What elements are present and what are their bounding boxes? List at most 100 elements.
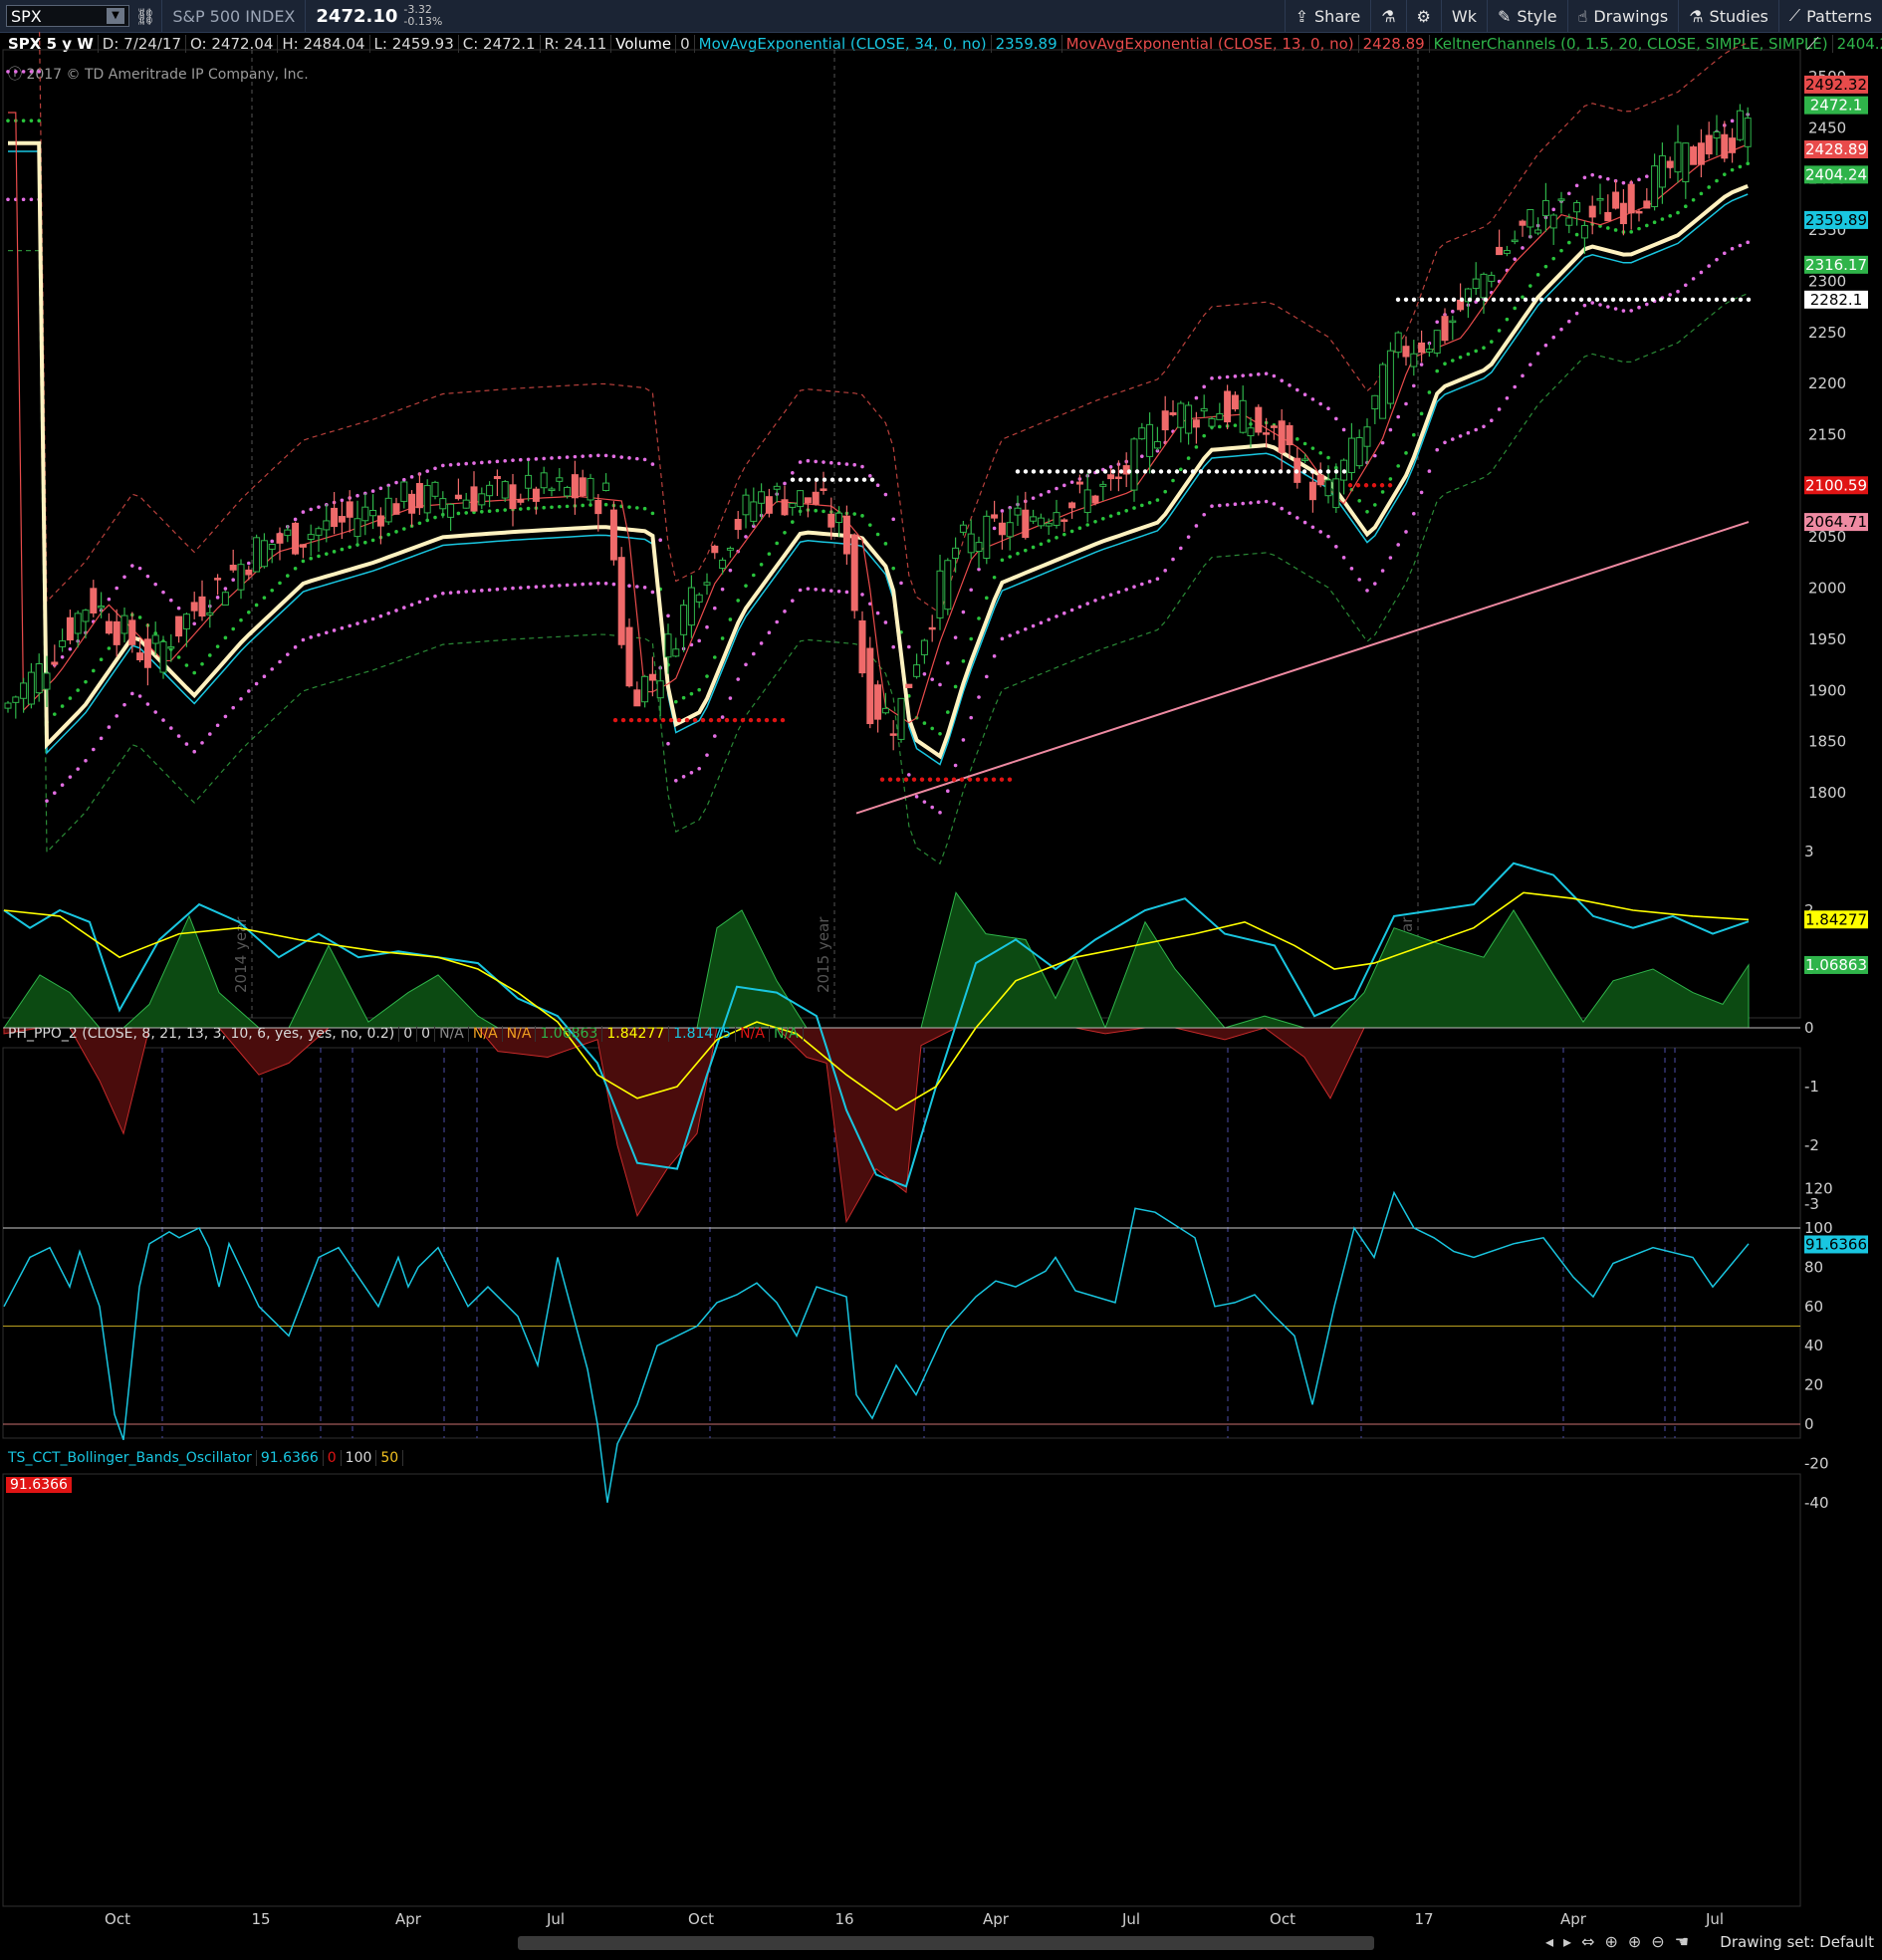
candle-body [1037, 517, 1045, 527]
resistance-dots-2016 [1118, 469, 1124, 474]
keltner-lower-dot [1155, 577, 1160, 581]
resistance-dots [1475, 297, 1481, 303]
symbol-selector[interactable]: SPX ▼ [6, 5, 129, 27]
keltner-mid-dot [239, 617, 243, 622]
candle-body [400, 481, 408, 502]
keltner-upper-dot [511, 458, 515, 462]
keltner-lower-dot [713, 734, 717, 738]
resistance-dots-2016 [1246, 469, 1252, 474]
keltner-upper-dot [1606, 176, 1610, 181]
keltner-lower-dot [456, 590, 461, 595]
keltner-mid-dot [938, 731, 942, 736]
resistance-dots [1562, 297, 1568, 303]
candle-body [556, 477, 564, 482]
candle-body [1308, 481, 1316, 501]
support-dots-2015 [684, 717, 690, 723]
keltner-mid-dot [29, 119, 34, 122]
resistance-dots-2016 [1070, 469, 1076, 474]
timeframe-button[interactable]: Wk [1440, 0, 1487, 32]
keltner-lower-dot [938, 811, 942, 815]
resistance-dots-2015 [814, 477, 820, 482]
fit-icon[interactable]: ⇔ [1581, 1932, 1594, 1951]
keltner-lower-dot [68, 775, 73, 779]
keltner-lower-dot [907, 773, 911, 777]
keltner-lower-dot [1474, 427, 1478, 432]
keltner-mid-dot [370, 538, 375, 543]
candle-body [1030, 516, 1038, 522]
horizontal-scrollbar[interactable] [518, 1936, 1374, 1950]
keltner-mid-dot [1069, 529, 1074, 534]
keltner-lower-dot [480, 589, 484, 593]
candle-body [423, 485, 431, 514]
studies-button[interactable]: ⚗ Studies [1678, 0, 1778, 32]
keltner-upper-dot [402, 477, 406, 482]
resistance-dots-2016 [1110, 469, 1116, 474]
candle-body [1130, 438, 1138, 491]
bbo-axis-label: 20 [1804, 1376, 1823, 1394]
scroll-left-icon[interactable]: ◂ [1545, 1932, 1553, 1951]
candle-body [1153, 440, 1161, 449]
keltner-mid-dot [1218, 424, 1222, 429]
bbo-axis-label: 120 [1804, 1180, 1833, 1198]
resistance-dots [1706, 297, 1712, 303]
candle-body [478, 493, 486, 506]
settings-button[interactable]: ⚙ [1405, 0, 1441, 32]
keltner-upper-dot [844, 462, 849, 466]
candle-body [1386, 350, 1394, 404]
resistance-dots [1626, 297, 1632, 303]
keltner-mid-dot [433, 515, 437, 520]
share-button[interactable]: ⇪ Share [1284, 0, 1371, 32]
candle-body [680, 605, 688, 635]
pane-border [2, 1473, 1801, 1907]
keltner-upper-dot [456, 462, 461, 466]
time-axis-label: Jul [546, 1910, 565, 1928]
candle-body [190, 602, 198, 612]
link-icon[interactable]: ⛓ [129, 0, 161, 32]
keltner-lower-dot [176, 734, 181, 738]
keltner-lower-dot [231, 705, 235, 710]
candle-body [1169, 411, 1177, 415]
candle-body [299, 544, 307, 548]
keltner-lower-dot [1055, 614, 1059, 618]
keltner-mid-dot [642, 506, 647, 511]
bbo-label[interactable]: TS_CCT_Bollinger_Bands_Oscillator [4, 1450, 257, 1466]
candle-body [711, 545, 719, 554]
resistance-dots-2016 [1238, 469, 1244, 474]
keltner-upper-dot [1210, 376, 1214, 380]
keltner-lower-dot [806, 587, 811, 591]
scroll-right-icon[interactable]: ▸ [1563, 1932, 1571, 1951]
pan-hand-icon[interactable]: ☚ [1675, 1932, 1689, 1951]
ppo-label[interactable]: PH_PPO_2 (CLOSE, 8, 21, 13, 3, 10, 6, ye… [4, 1026, 400, 1042]
ema34-line [8, 150, 1749, 766]
candle-body [1612, 191, 1620, 209]
crosshair-icon[interactable]: ⊕ [1604, 1932, 1617, 1951]
drawings-button[interactable]: ☝ Drawings [1566, 0, 1679, 32]
zoom-out-icon[interactable]: ⊖ [1651, 1932, 1664, 1951]
keltner-lower-dot [650, 590, 655, 595]
keltner-mid-dot [1202, 433, 1206, 438]
candle-body [617, 557, 625, 645]
price-axis-label: 1900 [1808, 681, 1846, 699]
keltner-lower-dot [254, 681, 259, 686]
keltner-lower-dot [1241, 501, 1245, 506]
flask-button[interactable]: ⚗ [1370, 0, 1405, 32]
price-axis-label: 2200 [1808, 374, 1846, 392]
keltner-upper-dot [503, 458, 508, 463]
keltner-mid-dot [60, 704, 65, 708]
keltner-upper-dot [153, 582, 157, 587]
candle-body [525, 474, 533, 489]
candle-body [1736, 110, 1744, 140]
ppo-v6: 1.06863 [536, 1026, 603, 1042]
candle-body [237, 564, 245, 591]
zoom-in-icon[interactable]: ⊕ [1628, 1932, 1641, 1951]
chevron-down-icon[interactable]: ▼ [107, 8, 124, 24]
candle-body [206, 612, 214, 615]
time-axis-label: 17 [1414, 1910, 1433, 1928]
patterns-button[interactable]: ⟋ Patterns [1777, 0, 1882, 32]
resistance-dots-2015 [845, 477, 851, 482]
keltner-mid-dot [270, 588, 275, 593]
chart-canvas[interactable]: 2014 year2015 year2016 year 250024502400… [0, 0, 1882, 1956]
keltner-lower-dot [985, 674, 989, 679]
keltner-lower-dot [378, 613, 383, 618]
style-button[interactable]: ✎ Style [1486, 0, 1567, 32]
